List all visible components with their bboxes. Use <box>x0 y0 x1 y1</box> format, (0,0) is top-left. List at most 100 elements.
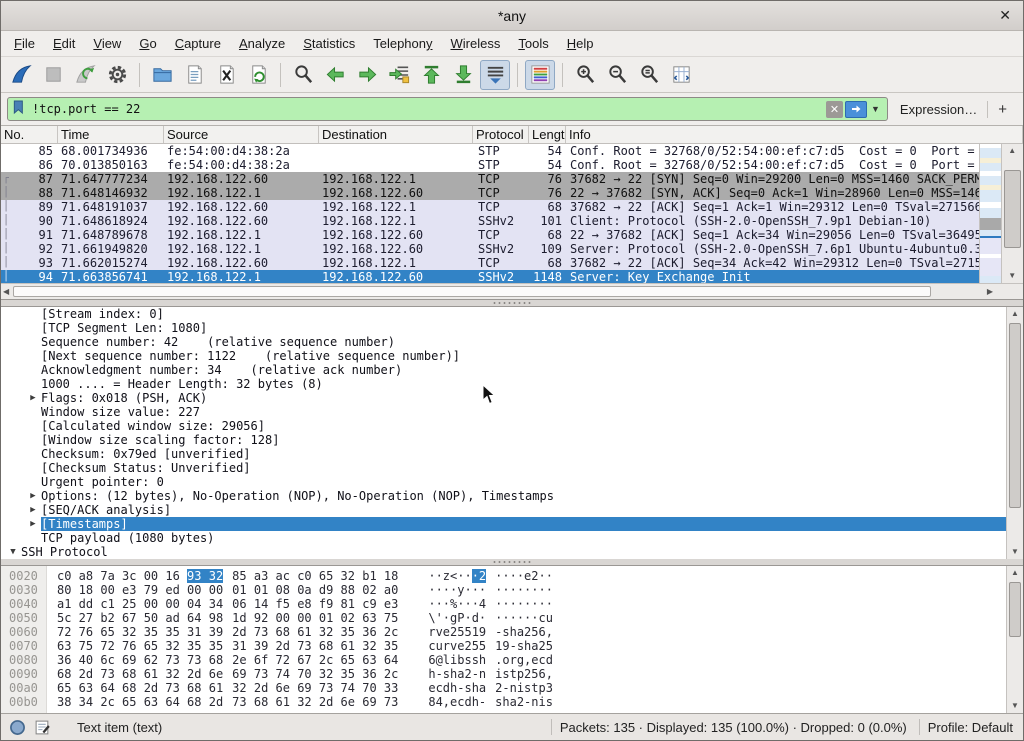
hex-vscrollbar[interactable]: ▲ ▼ <box>1006 566 1023 713</box>
menu-item-go[interactable]: Go <box>130 33 165 54</box>
detail-line[interactable]: TCP payload (1080 bytes) <box>1 531 1023 545</box>
menu-item-capture[interactable]: Capture <box>166 33 230 54</box>
packet-row[interactable]: 93│71.662015274192.168.122.60192.168.122… <box>1 256 979 270</box>
scroll-up-icon[interactable]: ▲ <box>1007 307 1023 321</box>
filter-history-chevron-icon[interactable]: ▼ <box>867 104 884 114</box>
scroll-down-icon[interactable]: ▼ <box>1007 699 1023 713</box>
detail-line[interactable]: Urgent pointer: 0 <box>1 475 1023 489</box>
collapsed-arrow-icon[interactable]: ▶ <box>25 489 41 503</box>
packet-row[interactable]: 90│71.648618924192.168.122.60192.168.122… <box>1 214 979 228</box>
hex-row[interactable]: 009068 2d 73 68 61 32 2d 6e69 73 74 70 3… <box>1 667 1023 681</box>
hex-row[interactable]: 00b038 34 2c 65 63 64 68 2d73 68 61 32 2… <box>1 695 1023 709</box>
packet-row[interactable]: 89│71.648191037192.168.122.60192.168.122… <box>1 200 979 214</box>
column-header-length[interactable]: Length <box>529 126 566 143</box>
reload-file-icon[interactable] <box>243 60 273 90</box>
menu-item-telephony[interactable]: Telephony <box>364 33 441 54</box>
go-last-icon[interactable] <box>448 60 478 90</box>
scroll-right-icon[interactable]: ▶ <box>987 284 993 300</box>
menu-item-view[interactable]: View <box>84 33 130 54</box>
scroll-thumb[interactable] <box>1009 582 1021 637</box>
open-file-icon[interactable] <box>147 60 177 90</box>
hex-row[interactable]: 0040a1 dd c1 25 00 00 04 3406 14 f5 e8 f… <box>1 597 1023 611</box>
column-header-time[interactable]: Time <box>58 126 164 143</box>
detail-line[interactable]: Sequence number: 42 (relative sequence n… <box>1 335 1023 349</box>
packet-list-hscrollbar[interactable]: ◀ ▶ <box>1 283 1023 299</box>
menu-item-statistics[interactable]: Statistics <box>294 33 364 54</box>
detail-line[interactable]: Checksum: 0x79ed [unverified] <box>1 447 1023 461</box>
packet-row[interactable]: 91│71.648789678192.168.122.1192.168.122.… <box>1 228 979 242</box>
detail-line[interactable]: [Window size scaling factor: 128] <box>1 433 1023 447</box>
intelligent-scrollbar-minimap[interactable] <box>979 144 1001 283</box>
detail-line[interactable]: [TCP Segment Len: 1080] <box>1 321 1023 335</box>
collapsed-arrow-icon[interactable]: ▶ <box>25 503 41 517</box>
scroll-up-icon[interactable]: ▲ <box>1007 566 1023 580</box>
packet-row[interactable]: 92│71.661949820192.168.122.1192.168.122.… <box>1 242 979 256</box>
scroll-thumb[interactable] <box>1004 170 1021 248</box>
packet-row[interactable]: 8568.001734936fe:54:00:d4:38:2aSTP54Conf… <box>1 144 979 158</box>
detail-line[interactable]: Window size value: 227 <box>1 405 1023 419</box>
menu-item-file[interactable]: File <box>5 33 44 54</box>
column-header-source[interactable]: Source <box>164 126 319 143</box>
packet-row[interactable]: 87┌71.647777234192.168.122.60192.168.122… <box>1 172 979 186</box>
packet-row[interactable]: 88│71.648146932192.168.122.1192.168.122.… <box>1 186 979 200</box>
zoom-in-icon[interactable] <box>570 60 600 90</box>
hex-row[interactable]: 003080 18 00 e3 79 ed 00 0001 01 08 0a d… <box>1 583 1023 597</box>
zoom-original-icon[interactable] <box>634 60 664 90</box>
stop-capture-icon[interactable] <box>38 60 68 90</box>
display-filter-input[interactable]: !tcp.port == 22 ✕ ▼ <box>7 97 888 121</box>
add-filter-button[interactable]: + <box>987 101 1017 118</box>
start-capture-icon[interactable] <box>6 60 36 90</box>
detail-line[interactable]: ▶[Timestamps] <box>1 517 1023 531</box>
filter-clear-icon[interactable]: ✕ <box>826 101 843 118</box>
menu-item-analyze[interactable]: Analyze <box>230 33 294 54</box>
go-first-icon[interactable] <box>416 60 446 90</box>
packet-list-vscrollbar[interactable]: ▲ ▼ <box>1001 144 1023 283</box>
detail-line[interactable]: ▼SSH Protocol <box>1 545 1023 559</box>
go-to-packet-icon[interactable] <box>384 60 414 90</box>
detail-line[interactable]: [Stream index: 0] <box>1 307 1023 321</box>
go-back-icon[interactable] <box>320 60 350 90</box>
colorize-icon[interactable] <box>525 60 555 90</box>
capture-comment-icon[interactable] <box>34 719 51 736</box>
capture-options-icon[interactable] <box>102 60 132 90</box>
expert-info-icon[interactable] <box>9 719 26 736</box>
detail-line[interactable]: [Checksum Status: Unverified] <box>1 461 1023 475</box>
go-forward-icon[interactable] <box>352 60 382 90</box>
detail-line[interactable]: ▶Options: (12 bytes), No-Operation (NOP)… <box>1 489 1023 503</box>
scroll-left-icon[interactable]: ◀ <box>3 284 9 300</box>
find-packet-icon[interactable] <box>288 60 318 90</box>
collapsed-arrow-icon[interactable]: ▶ <box>25 391 41 405</box>
detail-line[interactable]: ▶Flags: 0x018 (PSH, ACK) <box>1 391 1023 405</box>
detail-vscrollbar[interactable]: ▲ ▼ <box>1006 307 1023 559</box>
hex-row[interactable]: 00505c 27 b2 67 50 ad 64 981d 92 00 00 0… <box>1 611 1023 625</box>
menu-item-help[interactable]: Help <box>558 33 603 54</box>
filter-text[interactable]: !tcp.port == 22 <box>27 102 826 116</box>
hex-row[interactable]: 007063 75 72 76 65 32 35 3531 39 2d 73 6… <box>1 639 1023 653</box>
scroll-thumb[interactable] <box>1009 323 1021 508</box>
menu-item-wireless[interactable]: Wireless <box>442 33 510 54</box>
hex-row[interactable]: 008036 40 6c 69 62 73 73 682e 6f 72 67 2… <box>1 653 1023 667</box>
hex-row[interactable]: 006072 76 65 32 35 35 31 392d 73 68 61 3… <box>1 625 1023 639</box>
column-header-no[interactable]: No. <box>1 126 58 143</box>
menu-item-tools[interactable]: Tools <box>509 33 557 54</box>
zoom-out-icon[interactable] <box>602 60 632 90</box>
restart-capture-icon[interactable] <box>70 60 100 90</box>
filter-bookmark-icon[interactable] <box>11 98 27 121</box>
detail-line[interactable]: [Calculated window size: 29056] <box>1 419 1023 433</box>
close-window-icon[interactable]: ✕ <box>999 7 1011 23</box>
column-header-destination[interactable]: Destination <box>319 126 473 143</box>
detail-line[interactable]: 1000 .... = Header Length: 32 bytes (8) <box>1 377 1023 391</box>
expanded-arrow-icon[interactable]: ▼ <box>5 545 21 559</box>
status-profile[interactable]: Profile: Default <box>928 720 1023 735</box>
filter-apply-icon[interactable] <box>845 101 867 118</box>
hscroll-thumb[interactable] <box>13 286 931 297</box>
save-file-icon[interactable] <box>179 60 209 90</box>
auto-scroll-icon[interactable] <box>480 60 510 90</box>
close-file-icon[interactable] <box>211 60 241 90</box>
scroll-down-icon[interactable]: ▼ <box>1007 545 1023 559</box>
title-bar[interactable]: *any ✕ <box>1 1 1023 31</box>
menu-item-edit[interactable]: Edit <box>44 33 84 54</box>
collapsed-arrow-icon[interactable]: ▶ <box>25 517 41 531</box>
packet-row[interactable]: 94│71.663856741192.168.122.1192.168.122.… <box>1 270 979 283</box>
resize-columns-icon[interactable] <box>666 60 696 90</box>
